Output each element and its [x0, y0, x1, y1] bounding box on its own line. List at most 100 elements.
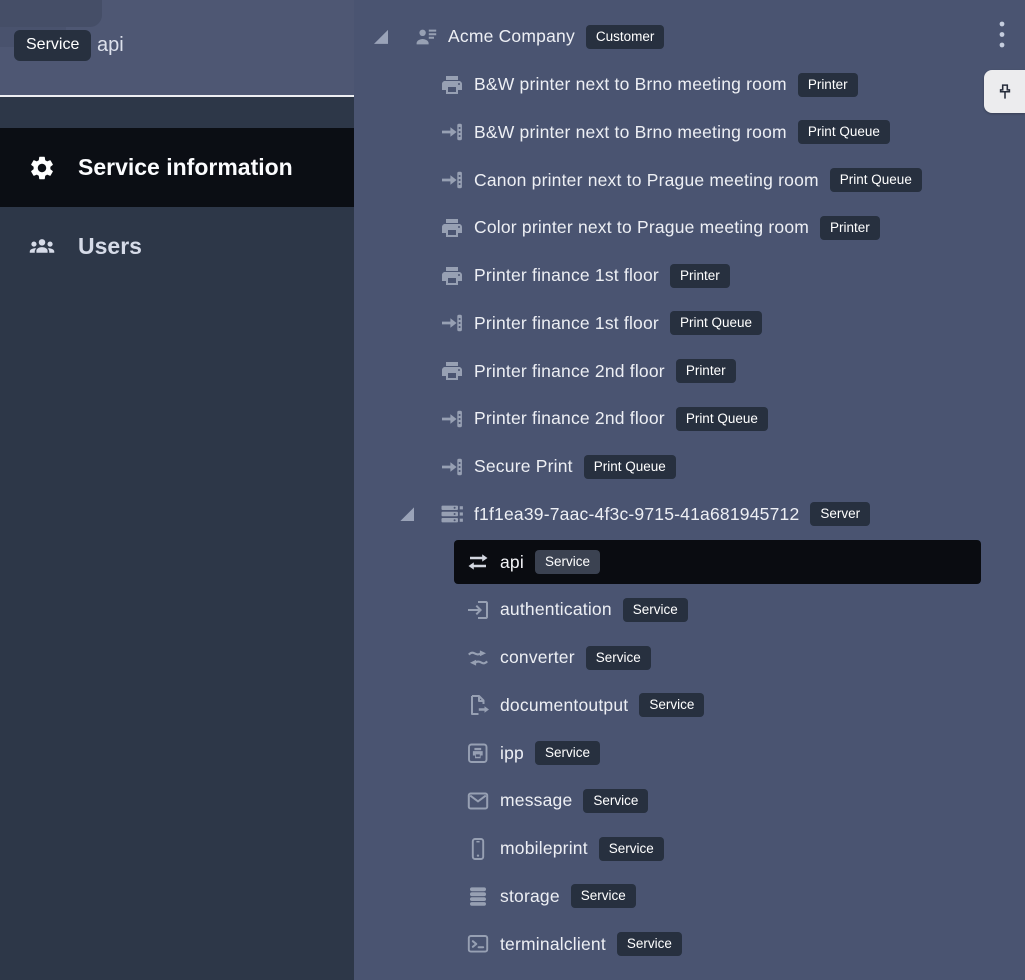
terminal-icon [466, 932, 490, 956]
tree-row[interactable]: B&W printer next to Brno meeting roomPri… [354, 61, 1025, 109]
expander-slot [426, 746, 440, 760]
tree-row-type-badge: Print Queue [798, 120, 890, 144]
expander-icon[interactable] [374, 30, 388, 44]
tree-row[interactable]: terminalclientService [354, 920, 1025, 968]
tree-row-body: ippService [454, 731, 981, 775]
sidebar-item-service-information[interactable]: Service information [0, 128, 354, 207]
tree-row-label: Printer finance 2nd floor [474, 361, 665, 382]
print-queue-icon [440, 407, 464, 431]
tree-row-type-badge: Service [586, 646, 651, 670]
tree-row-body: storageService [454, 874, 981, 918]
tree-row[interactable]: Acme CompanyCustomer [354, 13, 1025, 61]
expander-slot [426, 555, 440, 569]
tree-row-body: message Service [454, 779, 981, 823]
tree-row-label: f1f1ea39-7aac-4f3c-9715-41a681945712 [474, 504, 799, 525]
tree-row[interactable]: converterService [354, 634, 1025, 682]
tree-row-type-badge: Printer [670, 264, 730, 288]
tree-row-body: B&W printer next to Brno meeting room Pri… [428, 110, 981, 154]
tree-row-body: Printer finance 2nd floor Printer [428, 349, 981, 393]
tree-row[interactable]: ippService [354, 729, 1025, 777]
tree-row-label: Color printer next to Prague meeting roo… [474, 217, 809, 238]
tree-row-label: mobileprint [500, 838, 588, 859]
tree-row-label: api [500, 552, 524, 573]
kebab-menu-button[interactable] [988, 17, 1016, 55]
tree-row-body: Color printer next to Prague meeting roo… [428, 206, 981, 250]
expander-slot [400, 269, 414, 283]
print-queue-icon [440, 120, 464, 144]
tree-row-label: terminalclient [500, 934, 606, 955]
tree-row-body: mobileprintService [454, 827, 981, 871]
tree-row[interactable]: Printer finance 1st floor Printer [354, 252, 1025, 300]
tree-row[interactable]: authenticationService [354, 586, 1025, 634]
printer-icon [440, 359, 464, 383]
expander-slot [426, 842, 440, 856]
tree-row-label: storage [500, 886, 560, 907]
tree-row-type-badge: Print Queue [676, 407, 768, 431]
sidebar: Service api Service information Users [0, 0, 354, 980]
tree-row[interactable]: Secure Print Print Queue [354, 443, 1025, 491]
tree-row-label: documentoutput [500, 695, 628, 716]
mobileprint-icon [466, 837, 490, 861]
expander-slot [400, 460, 414, 474]
tree-row-label: message [500, 790, 572, 811]
tree-row-body: Acme CompanyCustomer [402, 15, 981, 59]
expander-slot [400, 316, 414, 330]
server-icon [440, 502, 464, 526]
api-icon [466, 550, 490, 574]
tree-row-type-badge: Printer [820, 216, 880, 240]
tree-row-type-badge: Print Queue [670, 311, 762, 335]
ipp-icon [466, 741, 490, 765]
converter-icon [466, 646, 490, 670]
sidebar-item-label: Users [78, 233, 142, 260]
tree-row-label: B&W printer next to Brno meeting room [474, 122, 787, 143]
tree-row-type-badge: Server [810, 502, 870, 526]
tree-row-body: authenticationService [454, 588, 981, 632]
tree-row[interactable]: storageService [354, 873, 1025, 921]
application-window: Service api Service information Users Ac… [0, 0, 1025, 980]
print-queue-icon [440, 168, 464, 192]
tree-row-type-badge: Customer [586, 25, 665, 49]
expander-slot [400, 412, 414, 426]
tree-row[interactable]: Printer finance 1st floor Print Queue [354, 300, 1025, 348]
tree-row-label: Secure Print [474, 456, 573, 477]
storage-icon [466, 884, 490, 908]
tree-row[interactable]: documentoutputService [354, 682, 1025, 730]
tree-row-label: Printer finance 1st floor [474, 265, 659, 286]
kebab-menu-icon [992, 19, 1012, 53]
tree-row-label: Printer finance 1st floor [474, 313, 659, 334]
login-icon [466, 598, 490, 622]
pin-button[interactable] [984, 70, 1025, 113]
decorative-shape [0, 0, 102, 27]
tree-row-label: Canon printer next to Prague meeting roo… [474, 170, 819, 191]
tree-row[interactable]: Printer finance 2nd floor Printer [354, 347, 1025, 395]
tree-row[interactable]: Printer finance 2nd floorPrint Queue [354, 395, 1025, 443]
tree-row-type-badge: Service [583, 789, 648, 813]
tree-row[interactable]: B&W printer next to Brno meeting room Pri… [354, 109, 1025, 157]
tree-row[interactable]: f1f1ea39-7aac-4f3c-9715-41a681945712 Serv… [354, 491, 1025, 539]
expander-slot [426, 603, 440, 617]
tree-row-label: ipp [500, 743, 524, 764]
tree-row-body: Canon printer next to Prague meeting roo… [428, 158, 981, 202]
print-queue-icon [440, 455, 464, 479]
tree-row-type-badge: Printer [676, 359, 736, 383]
tree-row[interactable]: apiService [354, 538, 1025, 586]
tree-row-body: Printer finance 1st floor Print Queue [428, 301, 981, 345]
expander-slot [426, 698, 440, 712]
expander-slot [400, 173, 414, 187]
tree-row-body: apiService [454, 540, 981, 584]
tree-row-body: B&W printer next to Brno meeting roomPri… [428, 63, 981, 107]
expander-icon[interactable] [400, 507, 414, 521]
sidebar-header: Service api [0, 0, 354, 97]
tree-row-type-badge: Print Queue [584, 455, 676, 479]
sidebar-item-users[interactable]: Users [0, 207, 354, 286]
tree-row[interactable]: mobileprintService [354, 825, 1025, 873]
tree-row[interactable]: Color printer next to Prague meeting roo… [354, 204, 1025, 252]
tree-row-type-badge: Printer [798, 73, 858, 97]
expander-slot [426, 937, 440, 951]
tree-row[interactable]: Canon printer next to Prague meeting roo… [354, 156, 1025, 204]
tree-row[interactable]: message Service [354, 777, 1025, 825]
expander-slot [400, 78, 414, 92]
gear-icon [28, 154, 56, 182]
printer-icon [440, 264, 464, 288]
printer-icon [440, 73, 464, 97]
